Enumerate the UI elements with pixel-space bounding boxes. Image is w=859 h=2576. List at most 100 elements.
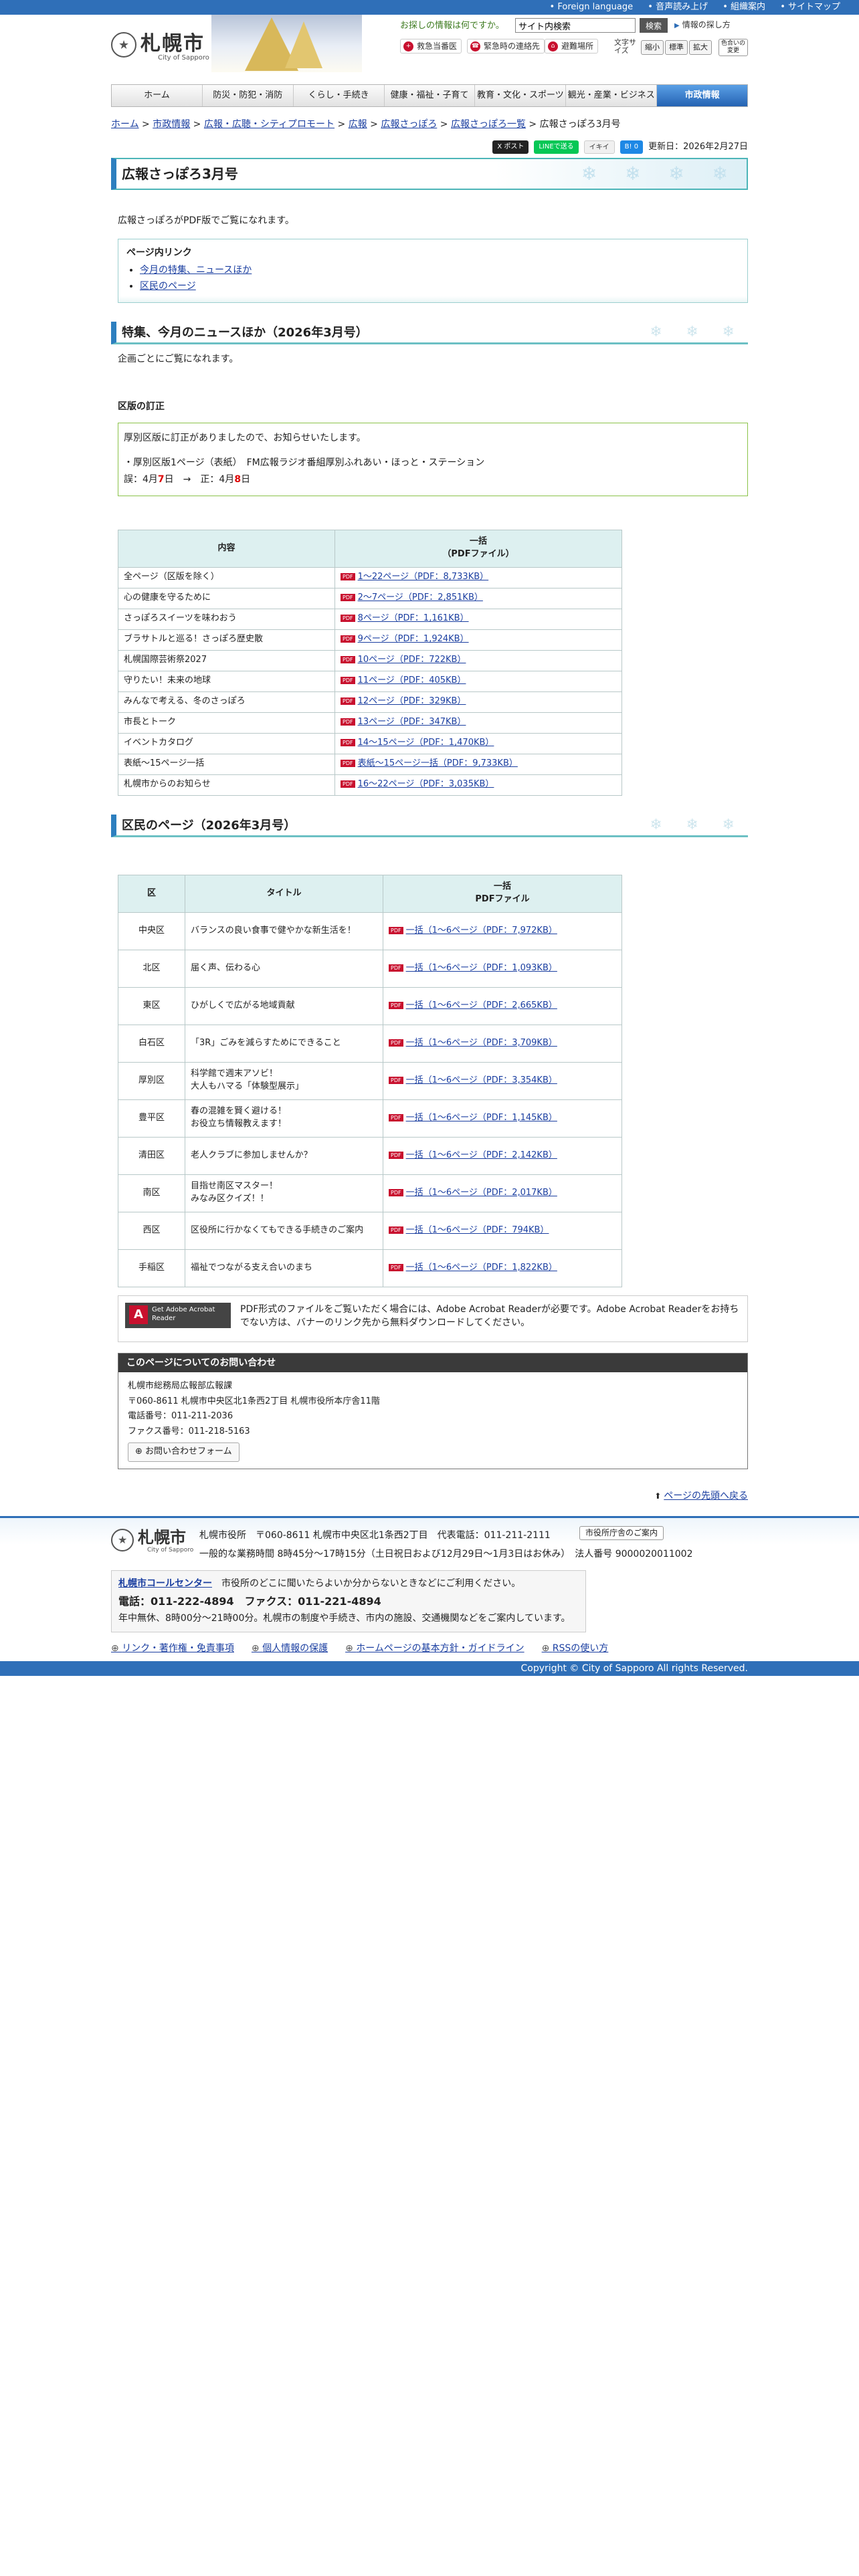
pdf-link[interactable]: 一括（1〜6ページ（PDF：1,822KB） [406, 1263, 557, 1273]
sapporo-logo[interactable]: 札幌市 City of Sapporo [111, 28, 211, 66]
pdf-link[interactable]: 一括（1〜6ページ（PDF：794KB） [406, 1225, 549, 1235]
pdf-link[interactable]: 10ページ（PDF：722KB） [358, 655, 466, 665]
content-cell: さっぽろスイーツを味わおう [118, 608, 335, 630]
nav-home[interactable]: ホーム [112, 85, 203, 106]
pdf-link[interactable]: 12ページ（PDF：329KB） [358, 696, 466, 706]
search-button[interactable]: 検索 [640, 18, 668, 33]
organization-link[interactable]: • 組織案内 [723, 2, 765, 12]
pdf-link[interactable]: 13ページ（PDF：347KB） [358, 717, 466, 727]
back-to-top-link[interactable]: ページの先頭へ戻る [664, 1491, 748, 1501]
pdf-link[interactable]: 一括（1〜6ページ（PDF：2,665KB） [406, 1000, 557, 1010]
call-center-tel: 電話：011-222-4894 ファクス：011-221-4894 [118, 1594, 381, 1608]
footer-link-policy[interactable]: ホームページの基本方針・ガイドライン [345, 1642, 524, 1655]
ward-cell: 中央区 [118, 911, 185, 950]
city-emblem-icon [111, 32, 136, 58]
table-row: 清田区 老人クラブに参加しませんか？ PDF 一括（1〜6ページ（PDF：2,142K… [118, 1136, 622, 1175]
col-header: 区 [118, 874, 185, 913]
pdf-icon: PDF [341, 656, 355, 664]
table-row: 全ページ（区版を除く） PDF 1〜22ページ（PDF：8,733KB） [118, 566, 622, 588]
breadcrumb-link[interactable]: 広報さっぽろ一覧 [451, 119, 526, 130]
pdf-link[interactable]: 16〜22ページ（PDF：3,035KB） [358, 779, 494, 789]
footer-link-rss[interactable]: RSSの使い方 [542, 1642, 609, 1655]
evacuation-site-button[interactable]: ⌂ 避難場所 [545, 39, 599, 53]
nav-disaster[interactable]: 防災・防犯・消防 [202, 85, 294, 106]
nav-living[interactable]: くらし・手続き [293, 85, 385, 106]
pdf-icon: PDF [341, 594, 355, 602]
pdf-link[interactable]: 一括（1〜6ページ（PDF：1,093KB） [406, 963, 557, 973]
pdf-cell: PDF 12ページ（PDF：329KB） [335, 691, 622, 713]
nav-city-info[interactable]: 市政情報 [657, 85, 748, 106]
sitemap-link[interactable]: • サイトマップ [780, 2, 840, 12]
content-cell: ブラサトルと巡る！さっぽろ歴史散 [118, 629, 335, 651]
ward-cell: 豊平区 [118, 1099, 185, 1138]
call-center-link[interactable]: 札幌市コールセンター [118, 1578, 212, 1589]
title-cell: 区役所に行かなくてもできる手続きのご案内 [185, 1211, 383, 1250]
breadcrumb-link[interactable]: 広報 [349, 119, 367, 130]
breadcrumb-link[interactable]: 広報・広聴・シティプロモート [204, 119, 335, 130]
font-smaller-button[interactable]: 縮小 [641, 40, 664, 55]
breadcrumb-link[interactable]: ホーム [111, 119, 139, 130]
nav-education[interactable]: 教育・文化・スポーツ [475, 85, 567, 106]
font-size-label: 文字サイズ [614, 38, 636, 55]
nav-tourism[interactable]: 観光・産業・ビジネス [566, 85, 658, 106]
utility-bar: • Foreign language • 音声読み上げ • 組織案内 • サイト… [0, 0, 859, 15]
pdf-link[interactable]: 一括（1〜6ページ（PDF：1,145KB） [406, 1113, 557, 1123]
table-row: 心の健康を守るために PDF 2〜7ページ（PDF：2,851KB） [118, 587, 622, 609]
acrobat-reader-banner[interactable]: Get Adobe Acrobat Reader [125, 1302, 231, 1328]
pdf-link[interactable]: 一括（1〜6ページ（PDF：2,017KB） [406, 1188, 557, 1198]
font-normal-button[interactable]: 標準 [665, 40, 688, 55]
breadcrumb-link[interactable]: 広報さっぽろ [381, 119, 437, 130]
logo-english: City of Sapporo [158, 54, 209, 62]
ward-cell: 白石区 [118, 1024, 185, 1063]
contact-address: 〒060-8611 札幌市中央区北1条西2丁目 札幌市役所本庁舎11階 [128, 1396, 380, 1406]
foreign-language-link[interactable]: • Foreign language [550, 2, 634, 12]
pdf-link[interactable]: 9ページ（PDF：1,924KB） [358, 634, 469, 644]
breadcrumb-link[interactable]: 市政情報 [153, 119, 190, 130]
pdf-cell: PDF 11ページ（PDF：405KB） [335, 670, 622, 692]
how-to-search-link[interactable]: 情報の探し方 [674, 19, 731, 31]
title-cell: ひがしくで広がる地域貢献 [185, 986, 383, 1025]
title-cell: 「3R」ごみを減らすためにできること [185, 1024, 383, 1063]
title-cell: 春の混雑を賢く避ける！ お役立ち情報教えます！ [185, 1099, 383, 1138]
contact-form-button[interactable]: ⊕ お問い合わせフォーム [128, 1442, 240, 1462]
pdf-link[interactable]: 一括（1〜6ページ（PDF：7,972KB） [406, 926, 557, 936]
title-cell: 福祉でつながる支え合いのまち [185, 1249, 383, 1287]
emergency-doctor-button[interactable]: + 救急当番医 [400, 39, 462, 53]
contact-tel: 電話番号：011-211-2036 [128, 1411, 233, 1422]
city-hall-guide-button[interactable]: 市役所庁舎のご案内 [579, 1525, 664, 1541]
line-share-button[interactable]: LINEで送る [534, 140, 579, 154]
hatena-bookmark-button[interactable]: B! 0 [619, 140, 644, 154]
back-to-top: ページの先頭へ戻る [111, 1489, 748, 1503]
pdf-link[interactable]: 11ページ（PDF：405KB） [358, 675, 466, 685]
toc-link-ward[interactable]: 区民のページ [140, 281, 196, 292]
content-cell: 全ページ（区版を除く） [118, 566, 335, 588]
color-change-button[interactable]: 色合いの変更 [719, 39, 748, 56]
ikiiki-button[interactable]: イキイ [583, 140, 615, 154]
pdf-link[interactable]: 一括（1〜6ページ（PDF：3,354KB） [406, 1075, 557, 1085]
pdf-link[interactable]: 表紙〜15ページ一括（PDF：9,733KB） [358, 758, 518, 768]
pdf-cell: PDF 一括（1〜6ページ（PDF：1,145KB） [383, 1099, 622, 1138]
pdf-link[interactable]: 1〜22ページ（PDF：8,733KB） [358, 572, 489, 582]
content-cell: イベントカタログ [118, 732, 335, 754]
section-title-ward: 区民のページ（2026年3月号） [111, 814, 748, 837]
emergency-contact-button[interactable]: ☎ 緊急時の連絡先 [467, 39, 545, 53]
updated-date: 更新日：2026年2月27日 [648, 141, 748, 152]
pdf-cell: PDF 一括（1〜6ページ（PDF：3,354KB） [383, 1061, 622, 1100]
toc-link-news[interactable]: 今月の特集、ニュースほか [140, 265, 252, 276]
voice-reading-link[interactable]: • 音声読み上げ [648, 2, 708, 12]
table-row: 南区 目指せ南区マスター！ みなみ区クイズ！！ PDF 一括（1〜6ページ（PDF：2… [118, 1174, 622, 1212]
pdf-link[interactable]: 14〜15ページ（PDF：1,470KB） [358, 738, 494, 748]
pdf-link[interactable]: 2〜7ページ（PDF：2,851KB） [358, 593, 483, 603]
pdf-cell: PDF 1〜22ページ（PDF：8,733KB） [335, 566, 622, 588]
page-title: 広報さっぽろ3月号 [111, 158, 748, 191]
font-larger-button[interactable]: 拡大 [689, 40, 712, 55]
pdf-link[interactable]: 一括（1〜6ページ（PDF：3,709KB） [406, 1038, 557, 1048]
footer-link-privacy[interactable]: 個人情報の保護 [252, 1642, 328, 1655]
pdf-link[interactable]: 8ページ（PDF：1,161KB） [358, 613, 469, 623]
x-post-button[interactable]: X ポスト [492, 140, 529, 154]
search-input[interactable] [515, 18, 636, 33]
pdf-link[interactable]: 一括（1〜6ページ（PDF：2,142KB） [406, 1150, 557, 1160]
content-cell: 札幌市からのお知らせ [118, 774, 335, 796]
nav-health[interactable]: 健康・福祉・子育て [384, 85, 476, 106]
footer-link-copyright[interactable]: リンク・著作権・免責事項 [111, 1642, 234, 1655]
